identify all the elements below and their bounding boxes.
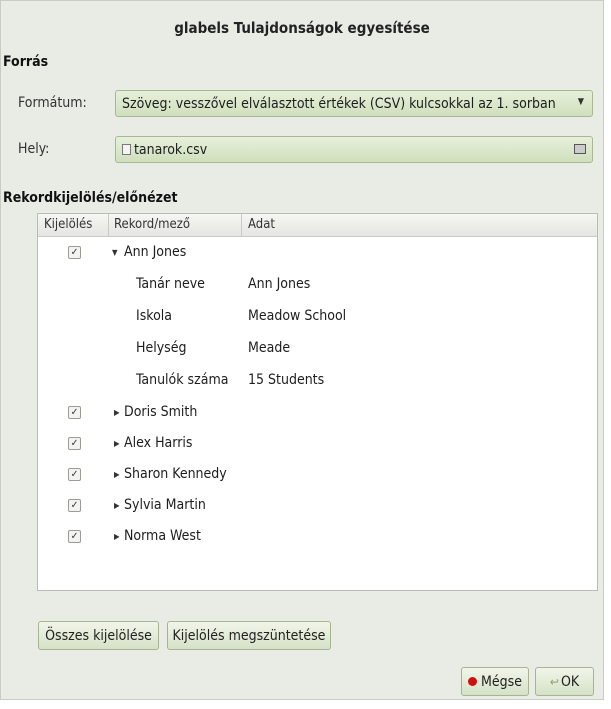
triangle-right-icon[interactable]: ▶ xyxy=(114,439,120,448)
record-name: Sylvia Martin xyxy=(124,497,206,513)
cancel-button[interactable]: Mégse xyxy=(461,667,529,696)
record-row[interactable]: ✓ ▶ Sylvia Martin xyxy=(38,491,597,521)
field-row: Iskola Meadow School xyxy=(38,302,597,332)
dropdown-arrow-icon: ▼ xyxy=(577,97,584,107)
check-icon[interactable]: ✓ xyxy=(68,246,81,259)
records-tree[interactable]: Kijelölés Rekord/mező Adat ✓ ▼ Ann Jones… xyxy=(37,213,598,591)
cancel-label: Mégse xyxy=(481,673,522,690)
check-icon[interactable]: ✓ xyxy=(68,468,81,481)
column-header-record[interactable]: Rekord/mező xyxy=(114,217,190,232)
field-value: Ann Jones xyxy=(248,276,311,292)
record-row[interactable]: ✓ ▶ Norma West xyxy=(38,522,597,552)
format-combobox[interactable]: Szöveg: vesszővel elválasztott értékek (… xyxy=(115,90,593,117)
format-value: Szöveg: vesszővel elválasztott értékek (… xyxy=(122,95,556,112)
triangle-right-icon[interactable]: ▶ xyxy=(114,501,120,510)
ok-label: OK xyxy=(560,673,580,690)
check-icon[interactable]: ✓ xyxy=(68,437,81,450)
record-name: Sharon Kennedy xyxy=(124,466,227,482)
record-name: Ann Jones xyxy=(124,244,187,260)
location-file-chooser[interactable]: tanarok.csv xyxy=(115,136,593,163)
select-all-button[interactable]: Összes kijelölése xyxy=(38,621,159,650)
field-name: Iskola xyxy=(136,308,172,324)
location-label: Hely: xyxy=(18,141,50,157)
triangle-right-icon[interactable]: ▶ xyxy=(114,408,120,417)
field-value: 15 Students xyxy=(248,372,325,388)
record-name: Alex Harris xyxy=(124,435,193,451)
record-name: Doris Smith xyxy=(124,404,198,420)
record-name: Norma West xyxy=(124,528,201,544)
record-row[interactable]: ✓ ▼ Ann Jones xyxy=(38,238,597,268)
triangle-right-icon[interactable]: ▶ xyxy=(114,532,120,541)
merge-properties-dialog: glabels Tulajdonságok egyesítése Forrás … xyxy=(0,0,604,700)
unselect-all-button[interactable]: Kijelölés megszüntetése xyxy=(167,621,331,650)
triangle-down-icon[interactable]: ▼ xyxy=(112,248,118,257)
ok-icon: ↩ xyxy=(549,674,559,689)
document-icon xyxy=(122,144,131,155)
record-row[interactable]: ✓ ▶ Doris Smith xyxy=(38,398,597,428)
field-value: Meadow School xyxy=(248,308,347,324)
field-row: Tanár neve Ann Jones xyxy=(38,270,597,300)
record-row[interactable]: ✓ ▶ Alex Harris xyxy=(38,429,597,459)
format-label: Formátum: xyxy=(18,95,87,111)
check-icon[interactable]: ✓ xyxy=(68,530,81,543)
ok-button[interactable]: ↩ OK xyxy=(535,667,594,696)
field-value: Meade xyxy=(248,340,291,356)
column-header-data[interactable]: Adat xyxy=(248,217,275,232)
field-name: Helység xyxy=(136,340,187,356)
field-row: Helység Meade xyxy=(38,334,597,364)
dialog-title: glabels Tulajdonságok egyesítése xyxy=(174,19,430,37)
location-value: tanarok.csv xyxy=(134,141,208,158)
column-header-select[interactable]: Kijelölés xyxy=(44,217,92,232)
field-name: Tanulók száma xyxy=(136,372,229,388)
records-section-label: Rekordkijelölés/előnézet xyxy=(3,190,178,206)
check-icon[interactable]: ✓ xyxy=(68,406,81,419)
triangle-right-icon[interactable]: ▶ xyxy=(114,470,120,479)
source-section-label: Forrás xyxy=(3,54,49,70)
folder-icon xyxy=(574,144,586,154)
check-icon[interactable]: ✓ xyxy=(68,499,81,512)
record-row[interactable]: ✓ ▶ Sharon Kennedy xyxy=(38,460,597,490)
tree-header: Kijelölés Rekord/mező Adat xyxy=(38,214,597,237)
field-name: Tanár neve xyxy=(136,276,205,292)
field-row: Tanulók száma 15 Students xyxy=(38,366,597,396)
cancel-icon xyxy=(468,677,478,686)
